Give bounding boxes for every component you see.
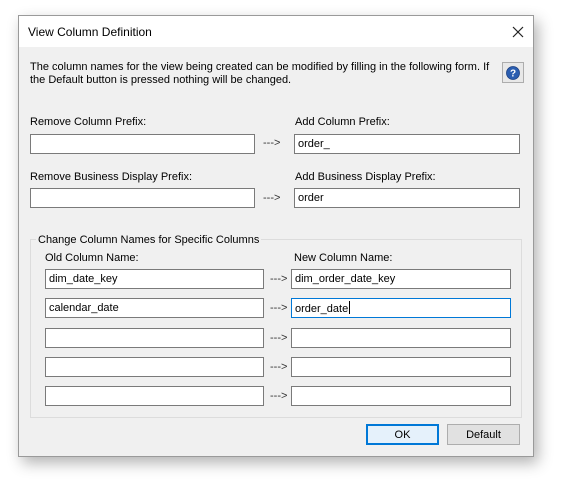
old-column-name-input[interactable]	[45, 386, 264, 406]
row-arrow: --->	[270, 390, 288, 402]
add-column-prefix-label: Add Column Prefix:	[295, 116, 390, 128]
row-arrow: --->	[270, 302, 288, 314]
close-button[interactable]	[503, 16, 533, 47]
new-column-name-input-focused[interactable]: order_date	[291, 298, 511, 318]
old-column-name-input[interactable]	[45, 357, 264, 377]
prefix-arrow: --->	[263, 137, 281, 149]
new-column-name-input[interactable]	[291, 357, 511, 377]
add-business-display-prefix-input[interactable]: order	[294, 188, 520, 208]
help-icon: ?	[506, 65, 520, 80]
remove-business-display-prefix-input[interactable]	[30, 188, 255, 208]
add-column-prefix-input[interactable]: order_	[294, 134, 520, 154]
remove-column-prefix-label: Remove Column Prefix:	[30, 116, 147, 128]
view-column-definition-dialog: View Column Definition The column names …	[18, 15, 534, 457]
new-column-name-input[interactable]	[291, 328, 511, 348]
remove-column-prefix-input[interactable]	[30, 134, 255, 154]
old-column-name-input[interactable]: calendar_date	[45, 298, 264, 318]
svg-text:?: ?	[510, 68, 516, 79]
row-arrow: --->	[270, 332, 288, 344]
text-caret	[349, 301, 351, 314]
add-business-display-prefix-label: Add Business Display Prefix:	[295, 171, 436, 183]
row-arrow: --->	[270, 273, 288, 285]
row-arrow: --->	[270, 361, 288, 373]
window-title: View Column Definition	[28, 25, 152, 39]
specific-columns-group-title: Change Column Names for Specific Columns	[36, 234, 262, 246]
prefix-arrow: --->	[263, 192, 281, 204]
default-button[interactable]: Default	[447, 424, 520, 445]
old-column-name-input[interactable]: dim_date_key	[45, 269, 264, 289]
new-column-name-input[interactable]	[291, 386, 511, 406]
intro-text: The column names for the view being crea…	[30, 61, 490, 86]
help-button[interactable]: ?	[502, 62, 524, 83]
old-column-name-input[interactable]	[45, 328, 264, 348]
new-column-name-input[interactable]: dim_order_date_key	[291, 269, 511, 289]
new-column-name-value: order_date	[295, 303, 349, 315]
ok-button[interactable]: OK	[366, 424, 439, 445]
remove-business-display-prefix-label: Remove Business Display Prefix:	[30, 171, 193, 183]
old-column-name-header: Old Column Name:	[45, 252, 139, 264]
close-icon	[512, 26, 524, 37]
new-column-name-header: New Column Name:	[294, 252, 393, 264]
title-bar: View Column Definition	[19, 16, 533, 47]
